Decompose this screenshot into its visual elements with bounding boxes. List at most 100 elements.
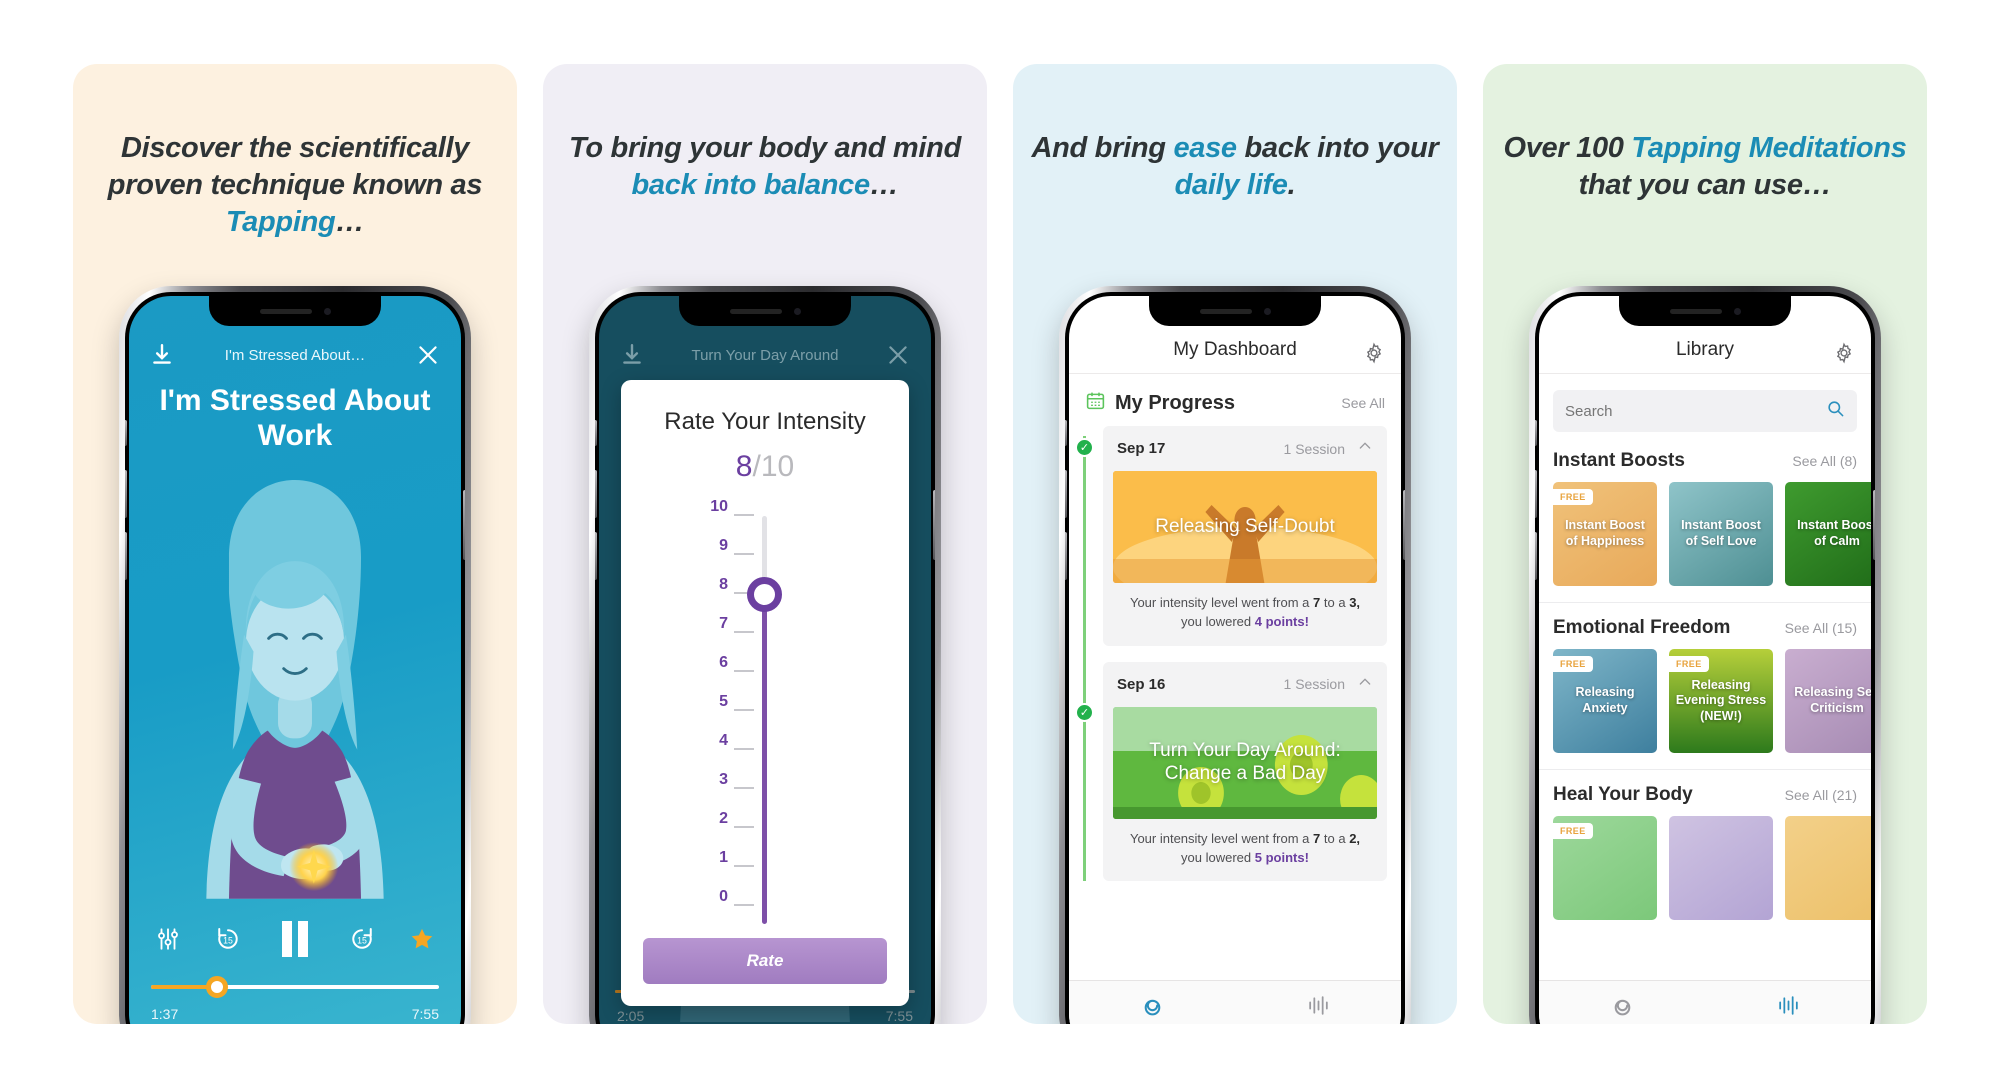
dashboard-body: My Progress See All ✓ Sep 17 1 Session R… bbox=[1069, 374, 1401, 980]
library-card[interactable] bbox=[1785, 816, 1871, 920]
tab-library[interactable]: Library bbox=[1235, 981, 1401, 1024]
phone-mockup: My Dashboard My Progress See All ✓ Sep 1… bbox=[1059, 286, 1411, 1024]
library-section-header: Heal Your Body See All (21) bbox=[1539, 770, 1871, 816]
library-card[interactable]: Instant Boost of Calm bbox=[1785, 482, 1871, 586]
tab-my-dashboard[interactable]: My Dashboard bbox=[1069, 981, 1235, 1024]
download-icon[interactable] bbox=[149, 342, 175, 368]
phone-mockup: Library Search Instant Boosts See All (8… bbox=[1529, 286, 1881, 1024]
player-topbar-title: I'm Stressed About… bbox=[224, 346, 366, 364]
section-title: My Progress bbox=[1115, 391, 1236, 414]
player-duration: 7:55 bbox=[411, 1006, 439, 1022]
mute-switch bbox=[1065, 420, 1067, 446]
tab-library[interactable]: Library bbox=[1705, 981, 1871, 1024]
rate-value-display: 8/10 bbox=[736, 450, 794, 484]
close-icon[interactable] bbox=[885, 342, 911, 368]
power-button bbox=[933, 490, 935, 560]
card-title: Releasing Evening Stress (NEW!) bbox=[1675, 677, 1767, 723]
equalizer-icon[interactable] bbox=[155, 926, 181, 952]
day-card-header[interactable]: Sep 16 1 Session bbox=[1103, 662, 1387, 707]
player-screen: I'm Stressed About… I'm Stressed About W… bbox=[129, 296, 461, 1024]
library-card-row[interactable]: FREE Releasing Anxiety FREE Releasing Ev… bbox=[1539, 649, 1871, 753]
forward-15-icon[interactable]: 15 bbox=[347, 924, 377, 954]
waveform-icon bbox=[1776, 993, 1801, 1023]
phone-notch bbox=[679, 296, 851, 326]
library-card[interactable]: FREE bbox=[1553, 816, 1657, 920]
screenshot-gallery: Discover the scientifically proven techn… bbox=[0, 0, 2000, 1088]
library-section-header: Emotional Freedom See All (15) bbox=[1539, 603, 1871, 649]
rewind-15-icon[interactable]: 15 bbox=[213, 924, 243, 954]
day-date: Sep 16 bbox=[1117, 675, 1166, 693]
see-all-link[interactable]: See All (8) bbox=[1792, 453, 1857, 469]
library-card[interactable]: FREE Releasing Evening Stress (NEW!) bbox=[1669, 649, 1773, 753]
session-title: Turn Your Day Around: Change a Bad Day bbox=[1149, 739, 1341, 784]
see-all-link[interactable]: See All (15) bbox=[1785, 620, 1857, 636]
panel-headline: And bring ease back into your daily life… bbox=[1031, 132, 1439, 202]
chevron-up-icon[interactable] bbox=[1357, 438, 1373, 459]
spiral-icon bbox=[1140, 993, 1165, 1023]
svg-text:15: 15 bbox=[357, 935, 367, 945]
search-bar[interactable] bbox=[1553, 390, 1857, 432]
day-card[interactable]: Sep 17 1 Session Releasing Self-Doubt Yo… bbox=[1103, 426, 1387, 646]
search-icon[interactable] bbox=[1826, 399, 1845, 423]
slider-track-fill bbox=[762, 594, 767, 924]
rate-card-title: Rate Your Intensity bbox=[664, 408, 866, 435]
rate-button[interactable]: Rate bbox=[643, 938, 887, 984]
panel-headline: Discover the scientifically proven techn… bbox=[107, 132, 483, 239]
gear-icon[interactable] bbox=[1833, 342, 1855, 369]
see-all-link[interactable]: See All (21) bbox=[1785, 787, 1857, 803]
session-thumbnail[interactable]: Turn Your Day Around: Change a Bad Day bbox=[1113, 706, 1377, 819]
panel-headline: Over 100 Tapping Meditations that you ca… bbox=[1503, 132, 1907, 202]
library-card-row[interactable]: FREE bbox=[1539, 816, 1871, 920]
search-input[interactable] bbox=[1565, 402, 1826, 420]
rate-value-suffix: /10 bbox=[752, 450, 795, 483]
library-card[interactable]: FREE Releasing Anxiety bbox=[1553, 649, 1657, 753]
rate-intensity-card: Rate Your Intensity 8/10 10 9 8 7 6 5 4 … bbox=[621, 380, 909, 1006]
intensity-slider[interactable]: 10 9 8 7 6 5 4 3 2 1 0 bbox=[690, 498, 840, 924]
volume-up-button bbox=[125, 470, 127, 518]
panel-discover: Discover the scientifically proven techn… bbox=[73, 64, 517, 1024]
phone-notch bbox=[1149, 296, 1321, 326]
close-icon[interactable] bbox=[415, 342, 441, 368]
pause-icon[interactable] bbox=[275, 918, 315, 960]
phone-notch bbox=[209, 296, 381, 326]
library-body: Instant Boosts See All (8) FREE Instant … bbox=[1539, 374, 1871, 980]
phone-mockup: I'm Stressed About… I'm Stressed About W… bbox=[119, 286, 471, 1024]
section-title: Heal Your Body bbox=[1553, 784, 1693, 805]
session-thumbnail[interactable]: Releasing Self-Doubt bbox=[1113, 471, 1377, 583]
phone-notch bbox=[1619, 296, 1791, 326]
player-topbar: I'm Stressed About… bbox=[129, 338, 461, 372]
library-card[interactable]: FREE Instant Boost of Happiness bbox=[1553, 482, 1657, 586]
library-card[interactable]: Instant Boost of Self Love bbox=[1669, 482, 1773, 586]
phone-mockup: Turn Your Day Around Rate Your Intensity… bbox=[589, 286, 941, 1024]
tick-label: 5 bbox=[719, 693, 728, 710]
library-card[interactable]: Releasing Self Criticism bbox=[1785, 649, 1871, 753]
day-card[interactable]: Sep 16 1 Session Turn Your Day Around: C… bbox=[1103, 661, 1387, 882]
player-controls: 15 15 bbox=[129, 918, 461, 960]
see-all-link[interactable]: See All bbox=[1341, 395, 1385, 411]
player-progress-slider[interactable] bbox=[151, 976, 439, 998]
dashboard-screen: My Dashboard My Progress See All ✓ Sep 1… bbox=[1069, 296, 1401, 1024]
library-card[interactable] bbox=[1669, 816, 1773, 920]
volume-down-button bbox=[595, 532, 597, 580]
gear-icon[interactable] bbox=[1363, 342, 1385, 369]
star-icon[interactable] bbox=[409, 926, 435, 952]
player-times: 2:05 7:55 bbox=[617, 1008, 913, 1024]
volume-down-button bbox=[125, 532, 127, 580]
chevron-up-icon[interactable] bbox=[1357, 674, 1373, 695]
tick-label: 10 bbox=[710, 498, 728, 515]
free-badge: FREE bbox=[1669, 656, 1709, 672]
session-title: Releasing Self-Doubt bbox=[1155, 515, 1335, 537]
player-elapsed: 2:05 bbox=[617, 1008, 645, 1024]
player-duration: 7:55 bbox=[885, 1008, 913, 1024]
tab-my-dashboard[interactable]: My Dashboard bbox=[1539, 981, 1705, 1024]
progress-timeline: ✓ Sep 17 1 Session Releasing Self-Doubt … bbox=[1069, 426, 1401, 882]
free-badge: FREE bbox=[1553, 489, 1593, 505]
tick-label: 0 bbox=[719, 888, 728, 905]
session-note: Your intensity level went from a 7 to a … bbox=[1129, 595, 1361, 629]
slider-knob[interactable] bbox=[747, 577, 782, 612]
download-icon[interactable] bbox=[619, 342, 645, 368]
progress-knob[interactable] bbox=[206, 976, 229, 998]
tick-label: 3 bbox=[719, 771, 728, 788]
library-card-row[interactable]: FREE Instant Boost of Happiness Instant … bbox=[1539, 482, 1871, 586]
day-card-header[interactable]: Sep 17 1 Session bbox=[1103, 426, 1387, 471]
